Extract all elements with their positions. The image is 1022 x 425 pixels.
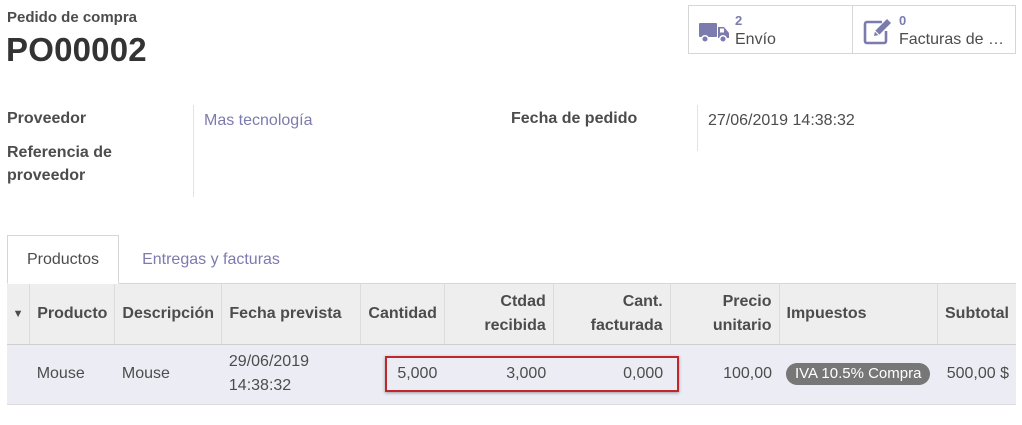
column-header-qty-received-line2: recibida [484, 316, 546, 334]
cell-quantity[interactable]: 5,000 [360, 344, 445, 405]
truck-icon [699, 23, 729, 44]
vendor-label: Proveedor [7, 110, 87, 127]
column-header-quantity[interactable]: Cantidad [360, 284, 445, 345]
table-row[interactable]: Mouse Mouse 29/06/2019 14:38:32 5,000 3,… [7, 344, 1016, 405]
tax-badge: IVA 10.5% Compra [786, 363, 931, 385]
cell-qty-received[interactable]: 3,000 [444, 344, 554, 405]
column-header-qty-invoiced[interactable]: Cant. facturada [553, 284, 671, 345]
order-lines-table: ▼ Producto Descripción Fecha prevista Ca… [7, 284, 1016, 405]
column-header-unit-price-line1: Precio [722, 292, 772, 310]
bills-label: Facturas de proveedor [899, 31, 1011, 48]
cell-date-planned-date: 29/06/2019 [228, 353, 309, 370]
sort-toggle[interactable]: ▼ [7, 284, 31, 345]
field-divider [697, 105, 698, 151]
smart-buttons: 2 Envío 0 Facturas de proveedor [688, 5, 1016, 54]
table-header-row: ▼ Producto Descripción Fecha prevista Ca… [7, 284, 1016, 345]
order-date-label: Fecha de pedido [511, 110, 638, 127]
column-header-description[interactable]: Descripción [114, 284, 223, 345]
column-header-qty-received[interactable]: Ctdad recibida [444, 284, 554, 345]
vendor-bills-button[interactable]: 0 Facturas de proveedor [852, 6, 1015, 53]
column-header-unit-price[interactable]: Precio unitario [670, 284, 780, 345]
cell-date-planned-time: 14:38:32 [228, 377, 292, 394]
cell-unit-price[interactable]: 100,00 [670, 344, 779, 405]
tab-products[interactable]: Productos [7, 235, 119, 284]
column-header-product[interactable]: Producto [29, 284, 116, 345]
order-date-value: 27/06/2019 14:38:32 [708, 112, 855, 129]
field-divider [193, 105, 194, 197]
tab-deliveries-invoices[interactable]: Entregas y facturas [126, 235, 296, 284]
cell-date-planned[interactable]: 29/06/2019 14:38:32 [221, 344, 361, 405]
page-title: PO00002 [6, 31, 147, 68]
column-header-qty-invoiced-line1: Cant. [622, 292, 663, 310]
bills-count: 0 [899, 13, 907, 28]
cell-subtotal: 500,00 $ [937, 344, 1016, 405]
caret-down-icon: ▼ [12, 307, 24, 320]
cell-description[interactable]: Mouse [114, 344, 222, 405]
column-header-qty-received-line1: Ctdad [500, 292, 546, 310]
column-header-taxes[interactable]: Impuestos [779, 284, 938, 345]
cell-qty-invoiced[interactable]: 0,000 [553, 344, 671, 405]
shipping-label: Envío [735, 31, 776, 48]
column-header-unit-price-line2: unitario [712, 316, 772, 334]
vendor-link[interactable]: Mas tecnología [204, 112, 313, 130]
column-header-date-planned[interactable]: Fecha prevista [221, 284, 361, 345]
pencil-square-icon [863, 19, 891, 45]
row-spacer [7, 344, 30, 405]
column-header-subtotal[interactable]: Subtotal [937, 284, 1016, 345]
document-type: Pedido de compra [7, 9, 138, 26]
shipping-count: 2 [735, 13, 743, 28]
shipping-button[interactable]: 2 Envío [689, 6, 852, 53]
cell-taxes[interactable]: IVA 10.5% Compra [779, 344, 938, 405]
cell-product[interactable]: Mouse [29, 344, 115, 405]
vendor-reference-label: Referencia de proveedor [7, 144, 112, 184]
column-header-qty-invoiced-line2: facturada [590, 316, 663, 334]
